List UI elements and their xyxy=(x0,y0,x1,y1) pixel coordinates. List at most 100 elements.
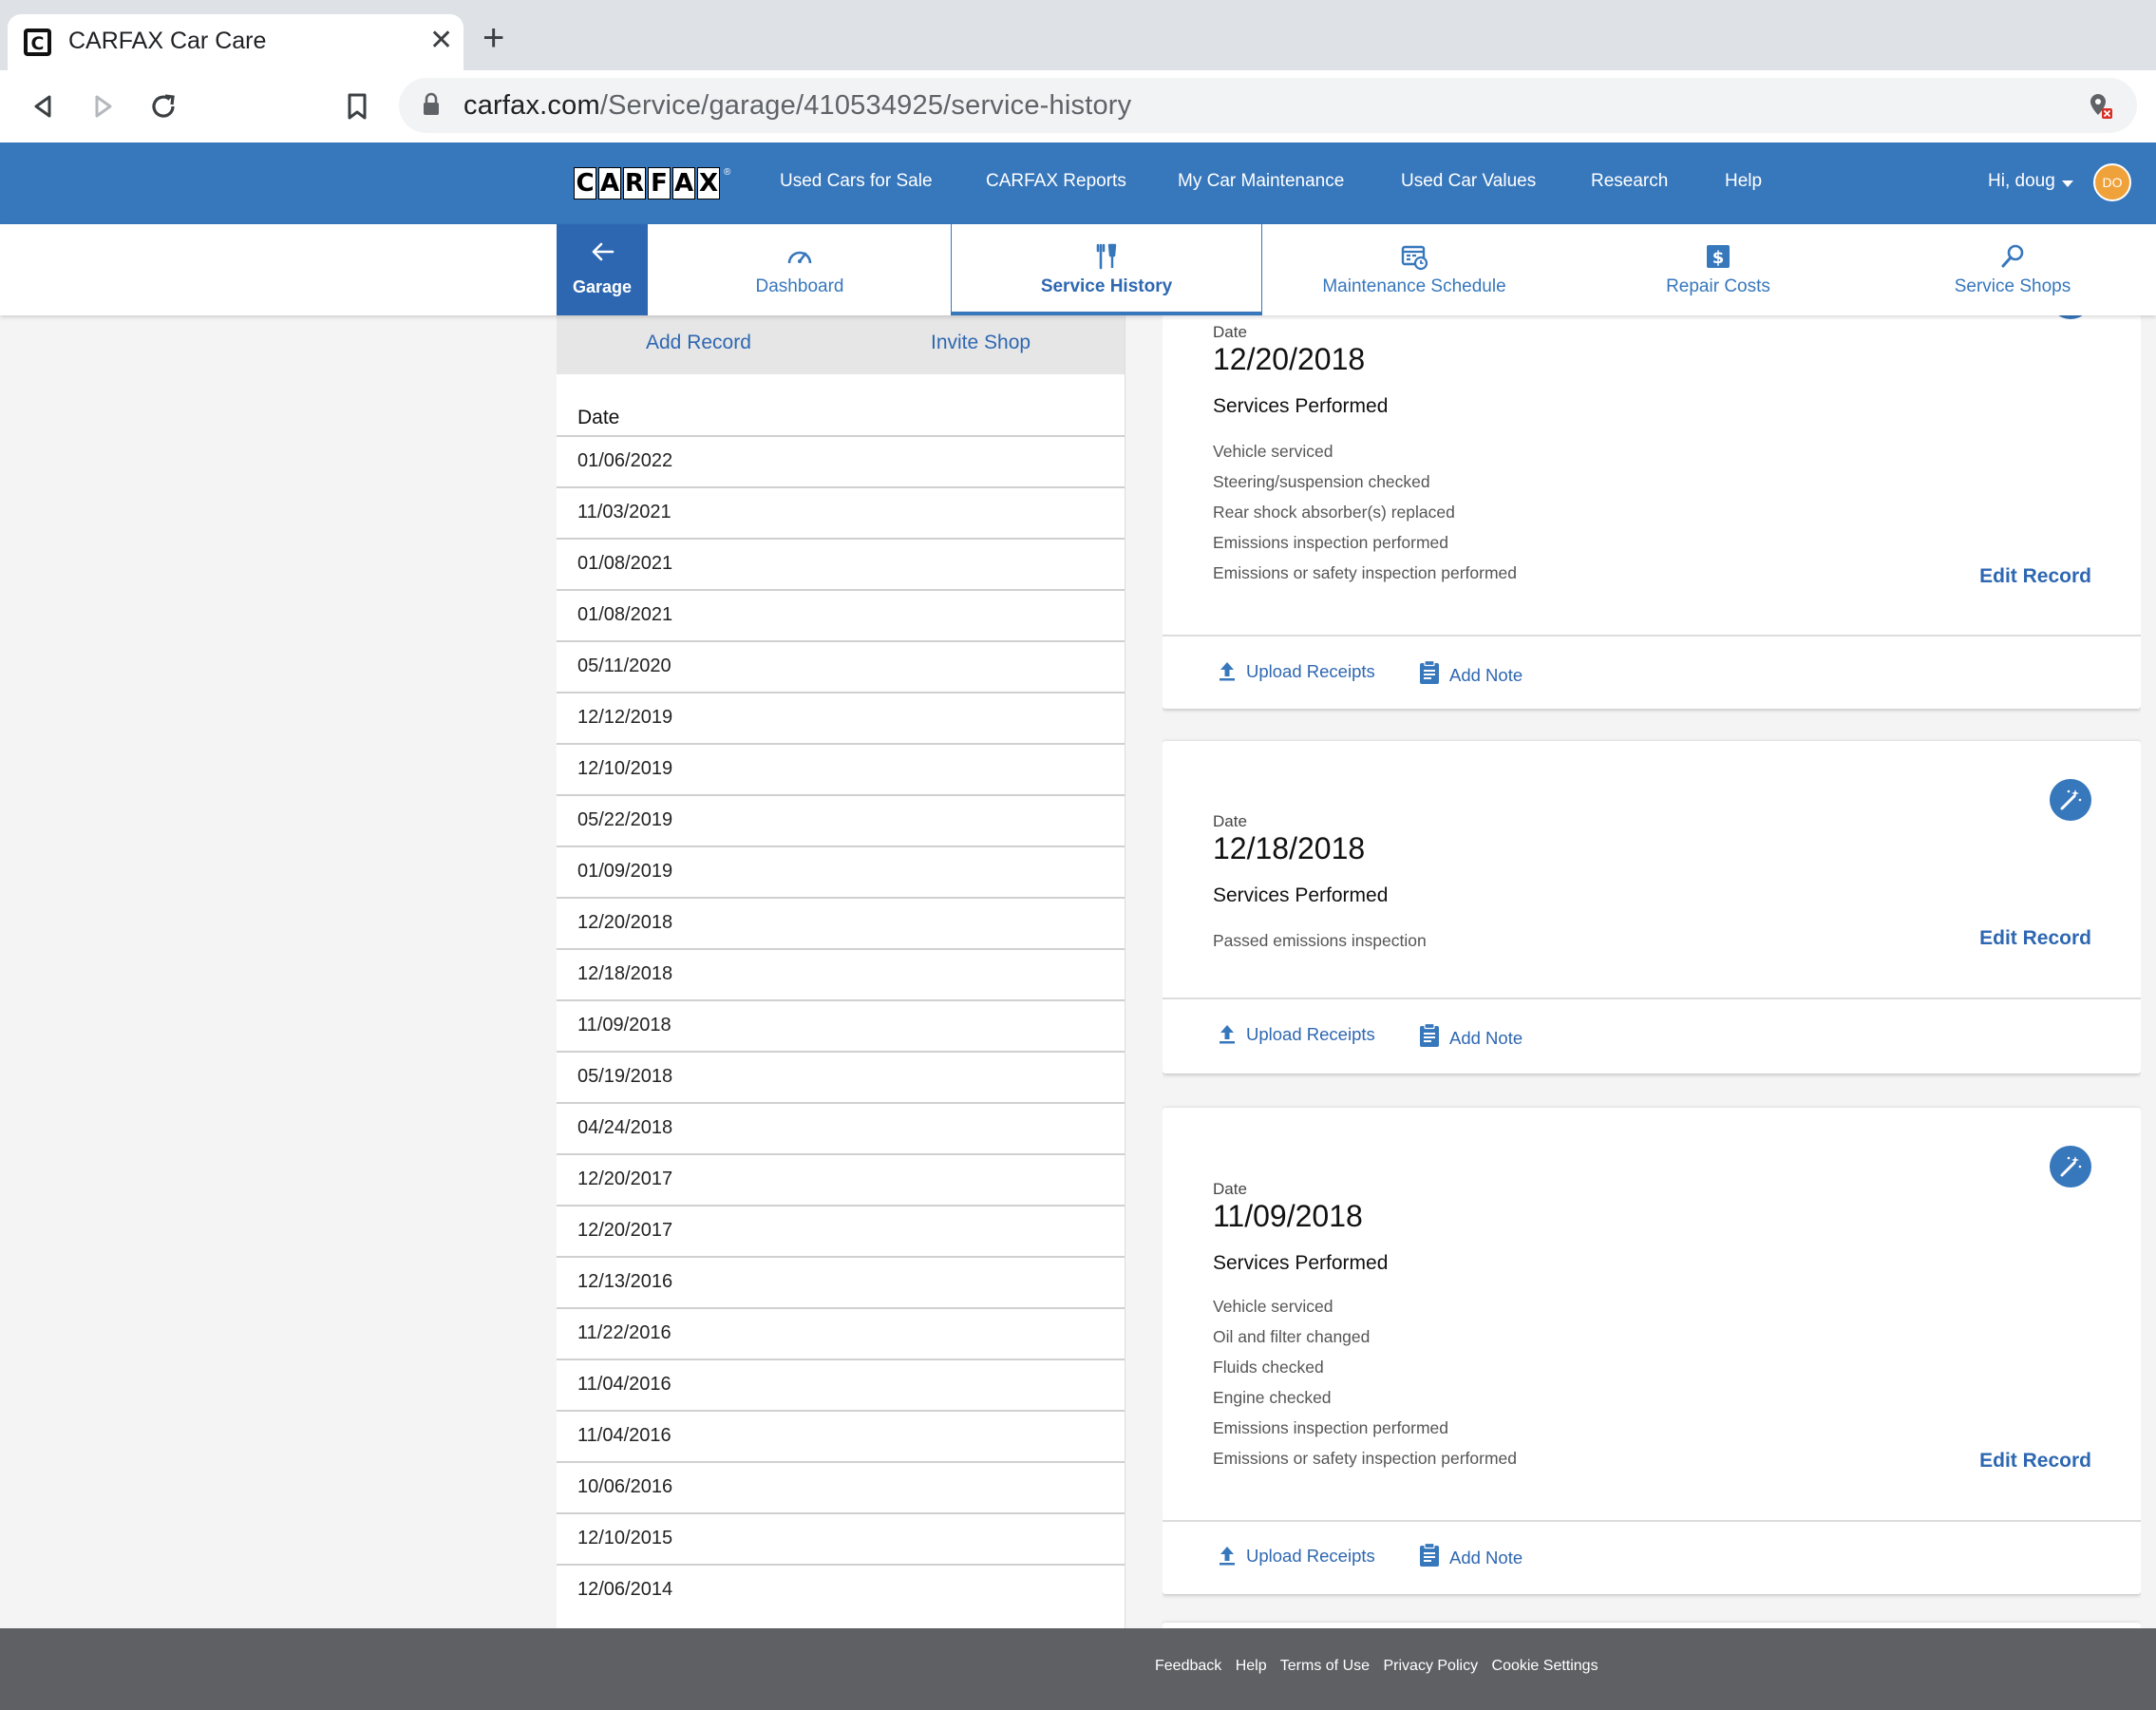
list-item[interactable]: 05/19/2018 xyxy=(557,1051,1125,1102)
new-tab-icon[interactable]: + xyxy=(482,19,504,57)
services-label: Services Performed xyxy=(1213,395,1389,417)
card-divider xyxy=(1163,1520,2141,1522)
service-item: Vehicle serviced xyxy=(1213,1297,1333,1316)
footer-links: Feedback Help Terms of Use Privacy Polic… xyxy=(1155,1658,1608,1675)
magic-wand-icon[interactable] xyxy=(2050,779,2091,821)
service-record-list: Add Record Invite Shop Date 01/06/2022 11… xyxy=(557,315,1125,1628)
list-item[interactable]: 01/08/2021 xyxy=(557,589,1125,640)
service-item: Oil and filter changed xyxy=(1213,1327,1371,1346)
list-item[interactable]: 12/10/2015 xyxy=(557,1512,1125,1564)
address-bar[interactable]: carfax.com/Service/garage/410534925/serv… xyxy=(399,78,2137,133)
edit-record-button[interactable]: Edit Record xyxy=(1979,565,2091,588)
logo-letter: A xyxy=(598,167,621,200)
location-blocked-icon[interactable] xyxy=(2086,91,2114,120)
list-item[interactable]: 05/11/2020 xyxy=(557,640,1125,692)
back-icon[interactable] xyxy=(27,89,61,124)
list-item[interactable]: 01/06/2022 xyxy=(557,435,1125,486)
search-icon xyxy=(2001,244,2024,268)
add-record-button[interactable]: Add Record xyxy=(646,332,751,354)
footer-link-feedback[interactable]: Feedback xyxy=(1155,1658,1221,1674)
list-item[interactable]: 12/13/2016 xyxy=(557,1256,1125,1307)
upload-receipts-button[interactable]: Upload Receipts xyxy=(1218,1545,1375,1567)
invite-shop-button[interactable]: Invite Shop xyxy=(931,332,1031,354)
tab-label: Maintenance Schedule xyxy=(1322,276,1506,296)
record-date: 12/18/2018 xyxy=(1213,831,1366,865)
garage-button[interactable]: Garage xyxy=(557,224,648,315)
edit-record-button[interactable]: Edit Record xyxy=(1979,1450,2091,1472)
list-item[interactable]: 12/06/2014 xyxy=(557,1564,1125,1615)
list-item[interactable]: 12/12/2019 xyxy=(557,692,1125,743)
tab-service-history[interactable]: Service History xyxy=(951,224,1262,315)
list-item[interactable]: 11/22/2016 xyxy=(557,1307,1125,1358)
upload-icon xyxy=(1220,1025,1235,1044)
list-item[interactable]: 11/04/2016 xyxy=(557,1410,1125,1461)
svg-text:C: C xyxy=(31,33,45,54)
avatar[interactable]: DO xyxy=(2093,163,2131,201)
tab-close-icon[interactable]: ✕ xyxy=(429,27,453,55)
site-header: C A R F A X ® Used Cars for Sale CARFAX … xyxy=(0,142,2156,224)
list-item[interactable]: 12/20/2017 xyxy=(557,1153,1125,1205)
carfax-favicon-icon: C xyxy=(24,28,51,56)
footer-link-terms[interactable]: Terms of Use xyxy=(1280,1658,1370,1674)
magic-wand-icon[interactable] xyxy=(2050,1146,2091,1188)
add-note-label: Add Note xyxy=(1449,1028,1523,1048)
nav-carfax-reports[interactable]: CARFAX Reports xyxy=(986,171,1126,192)
add-note-button[interactable]: Add Note xyxy=(1419,659,1522,686)
service-item: Emissions or safety inspection performed xyxy=(1213,1449,1517,1468)
chevron-down-icon[interactable] xyxy=(2062,180,2073,187)
forward-icon[interactable] xyxy=(85,89,120,124)
list-item[interactable]: 11/09/2018 xyxy=(557,999,1125,1051)
user-greeting[interactable]: Hi, doug xyxy=(1988,171,2055,192)
record-date: 11/09/2018 xyxy=(1213,1199,1363,1233)
nav-research[interactable]: Research xyxy=(1591,171,1668,192)
magic-wand-icon[interactable] xyxy=(2050,315,2091,319)
add-note-button[interactable]: Add Note xyxy=(1419,1542,1522,1568)
upload-icon xyxy=(1220,1547,1235,1566)
record-date: 12/20/2018 xyxy=(1213,342,1366,376)
sub-navigation: Garage Dashboard Service History Mainten… xyxy=(0,224,2156,315)
list-item[interactable]: 01/08/2021 xyxy=(557,538,1125,589)
logo-letter: R xyxy=(623,167,646,200)
services-list: Vehicle serviced Oil and filter changed … xyxy=(1213,1291,1517,1473)
url-text: carfax.com/Service/garage/410534925/serv… xyxy=(463,90,1131,122)
nav-my-car-maintenance[interactable]: My Car Maintenance xyxy=(1178,171,1344,192)
carfax-logo[interactable]: C A R F A X ® xyxy=(574,167,730,200)
site-footer: Feedback Help Terms of Use Privacy Polic… xyxy=(0,1628,2156,1710)
footer-link-privacy[interactable]: Privacy Policy xyxy=(1383,1658,1478,1674)
tab-maintenance-schedule[interactable]: Maintenance Schedule xyxy=(1262,224,1566,315)
list-item[interactable]: 01/09/2019 xyxy=(557,846,1125,897)
list-item[interactable]: 05/22/2019 xyxy=(557,794,1125,846)
browser-tab[interactable]: C CARFAX Car Care ✕ xyxy=(8,14,463,70)
browser-tabstrip: C CARFAX Car Care ✕ + xyxy=(0,0,2156,70)
list-item[interactable]: 11/03/2021 xyxy=(557,486,1125,538)
nav-used-car-values[interactable]: Used Car Values xyxy=(1401,171,1536,192)
tab-label: Dashboard xyxy=(755,276,844,296)
upload-receipts-button[interactable]: Upload Receipts xyxy=(1218,660,1375,682)
list-item[interactable]: 12/18/2018 xyxy=(557,948,1125,999)
tab-service-shops[interactable]: Service Shops xyxy=(1870,224,2155,315)
list-item[interactable]: 12/20/2017 xyxy=(557,1205,1125,1256)
svg-text:$: $ xyxy=(1712,248,1725,268)
nav-used-cars[interactable]: Used Cars for Sale xyxy=(780,171,933,192)
upload-receipts-button[interactable]: Upload Receipts xyxy=(1218,1023,1375,1045)
tools-icon xyxy=(1096,243,1117,270)
list-item[interactable]: 04/24/2018 xyxy=(557,1102,1125,1153)
service-item: Emissions inspection performed xyxy=(1213,1418,1449,1437)
bookmark-icon[interactable] xyxy=(340,89,374,124)
list-actions: Add Record Invite Shop xyxy=(557,315,1125,374)
reload-icon[interactable] xyxy=(146,89,180,124)
tab-dashboard[interactable]: Dashboard xyxy=(648,224,952,315)
list-item[interactable]: 12/20/2018 xyxy=(557,897,1125,948)
list-item[interactable]: 12/10/2019 xyxy=(557,743,1125,794)
edit-record-button[interactable]: Edit Record xyxy=(1979,927,2091,950)
list-item[interactable]: 10/06/2016 xyxy=(557,1461,1125,1512)
upload-receipts-label: Upload Receipts xyxy=(1246,1024,1375,1044)
footer-link-help[interactable]: Help xyxy=(1236,1658,1267,1674)
url-host: carfax.com xyxy=(463,90,600,121)
tab-repair-costs[interactable]: $ Repair Costs xyxy=(1566,224,1870,315)
nav-help[interactable]: Help xyxy=(1725,171,1762,192)
add-note-button[interactable]: Add Note xyxy=(1419,1022,1523,1049)
footer-link-cookie-settings[interactable]: Cookie Settings xyxy=(1492,1658,1598,1674)
list-item[interactable]: 11/04/2016 xyxy=(557,1358,1125,1410)
lock-icon xyxy=(424,92,439,115)
